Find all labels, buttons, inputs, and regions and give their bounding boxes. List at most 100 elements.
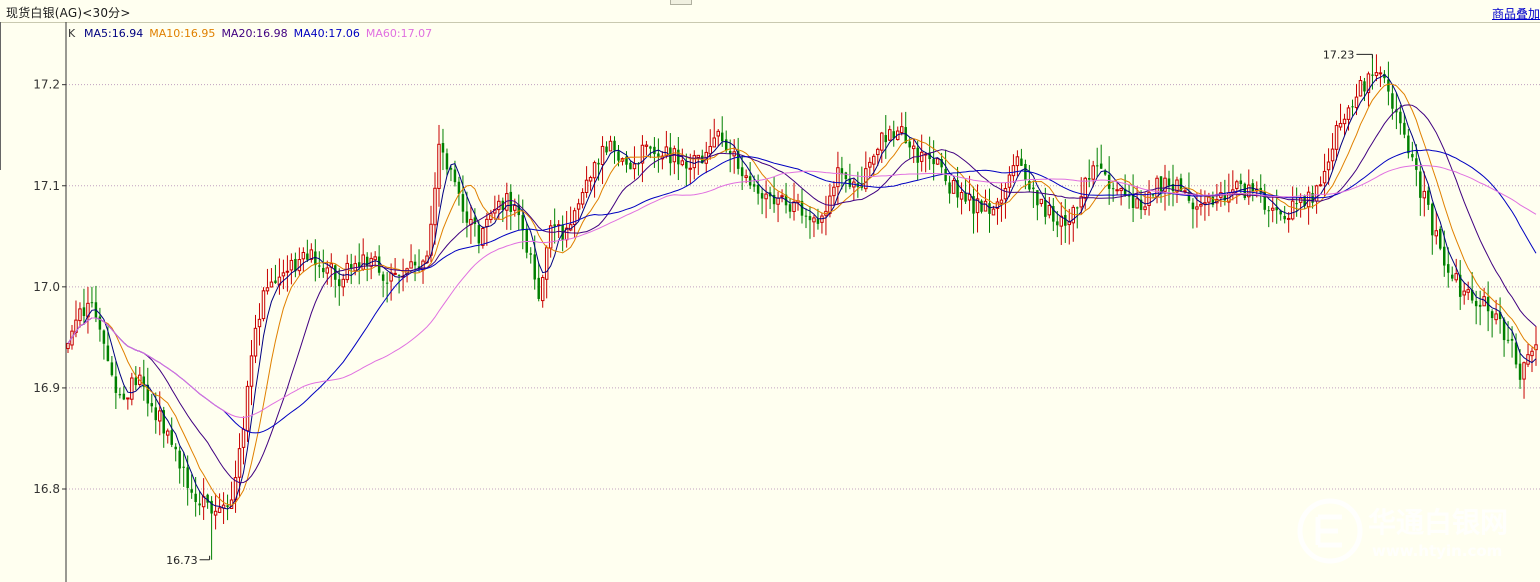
candle-body: [629, 162, 632, 170]
candle-body: [888, 129, 892, 141]
candle-body: [1334, 125, 1339, 150]
ma-line-ma5: [67, 74, 1537, 510]
candle-body: [991, 208, 996, 216]
candle-body: [226, 505, 229, 507]
candle-body: [314, 251, 317, 266]
candle-body: [872, 155, 876, 165]
candle-body: [445, 153, 449, 170]
candle-body: [1330, 148, 1335, 162]
candle-body: [964, 192, 967, 202]
candle-body: [78, 308, 82, 322]
candle-body: [1020, 158, 1023, 166]
candle-body: [529, 253, 532, 255]
candle-body: [481, 228, 485, 246]
candle-body: [217, 507, 222, 513]
candle-body: [688, 167, 693, 170]
candle-body: [509, 191, 513, 212]
ma-line-ma10: [67, 83, 1537, 506]
candle-body: [1039, 198, 1044, 205]
candle-body: [553, 224, 556, 227]
candle-body: [318, 265, 321, 267]
legend-k-label: K: [68, 27, 76, 40]
candle-body: [1239, 180, 1243, 185]
candle-body: [253, 327, 258, 357]
candle-body: [1351, 106, 1354, 108]
y-tick-label: 16.8: [33, 482, 60, 496]
candle-body: [1290, 200, 1295, 220]
candle-body: [999, 199, 1004, 204]
y-tick-label: 16.9: [33, 381, 60, 395]
candle-body: [1415, 158, 1418, 170]
candle-body: [1422, 190, 1427, 199]
candle-body: [178, 450, 181, 469]
candle-body: [1522, 362, 1526, 380]
legend-ma20: MA20:16.98: [221, 27, 287, 40]
candle-body: [174, 446, 177, 450]
legend-ma5: MA5:16.94: [84, 27, 143, 40]
candle-body: [1306, 191, 1311, 208]
candle-body: [816, 218, 820, 224]
y-axis-ticks: 17.2 17.1 17.0 16.9 16.8: [33, 78, 66, 496]
candle-body: [134, 377, 138, 386]
candle-body: [1419, 171, 1422, 198]
candle-body: [82, 307, 86, 317]
candle-body: [951, 179, 956, 194]
y-tick-label: 17.2: [33, 78, 60, 92]
candle-body: [130, 377, 134, 400]
candle-body: [685, 161, 688, 169]
candle-body: [477, 225, 481, 244]
candle-body: [1007, 174, 1012, 188]
candle-body: [1087, 178, 1091, 180]
candle-body: [1506, 339, 1510, 341]
candle-body: [345, 262, 349, 281]
candle-body: [297, 259, 302, 272]
candle-body: [680, 160, 685, 166]
candle-body: [182, 466, 185, 468]
candle-body: [373, 256, 377, 261]
candle-body: [1342, 118, 1347, 125]
watermark: 华通白银网 www.htyin.com: [1297, 498, 1508, 564]
candle-body: [1346, 107, 1351, 120]
candle-body: [1411, 154, 1414, 158]
candle-body: [756, 184, 760, 194]
y-tick-label: 17.1: [33, 179, 60, 193]
candle-body: [1447, 264, 1450, 273]
candle-body: [1095, 165, 1099, 167]
candle-body: [716, 130, 720, 137]
candle-body: [473, 217, 477, 224]
candle-body: [788, 204, 792, 212]
candlestick-chart[interactable]: 17.2 17.1 17.0 16.9 16.8 17.23 16.73 K MA5:16.…: [0, 0, 1540, 582]
candle-body: [1322, 170, 1327, 184]
candle-body: [1243, 183, 1247, 199]
candle-body: [1326, 161, 1331, 171]
candle-body: [1354, 96, 1359, 109]
candle-body: [812, 217, 816, 223]
candle-body: [1199, 203, 1203, 207]
candle-body: [1115, 189, 1119, 192]
candle-body: [1378, 72, 1383, 75]
candle-body: [932, 159, 935, 165]
watermark-logo-glyph: [1315, 514, 1342, 548]
candle-body: [154, 407, 157, 421]
candle-body: [1510, 338, 1514, 341]
candle-body: [306, 253, 309, 260]
candle-body: [592, 162, 597, 179]
candle-body: [1111, 188, 1115, 190]
candle-body: [780, 195, 784, 198]
candle-body: [245, 385, 250, 432]
legend-ma10: MA10:16.95: [149, 27, 215, 40]
candle-body: [1358, 80, 1363, 97]
candle-body: [1474, 300, 1478, 307]
candle-body: [1135, 198, 1139, 209]
candle-body: [696, 154, 701, 158]
candle-body: [1427, 190, 1430, 205]
chart-window: 现货白银(AG)<30分> 商品叠加 17.2 17.1 17.0 16.9 16.8 …: [0, 0, 1540, 582]
candle-body: [102, 330, 106, 344]
candle-body: [397, 274, 401, 276]
candle-body: [66, 342, 70, 350]
candle-body: [572, 210, 577, 225]
candle-body: [1318, 184, 1323, 187]
candle-body: [664, 146, 669, 157]
candle-body: [285, 270, 290, 273]
candle-body: [1371, 74, 1374, 76]
